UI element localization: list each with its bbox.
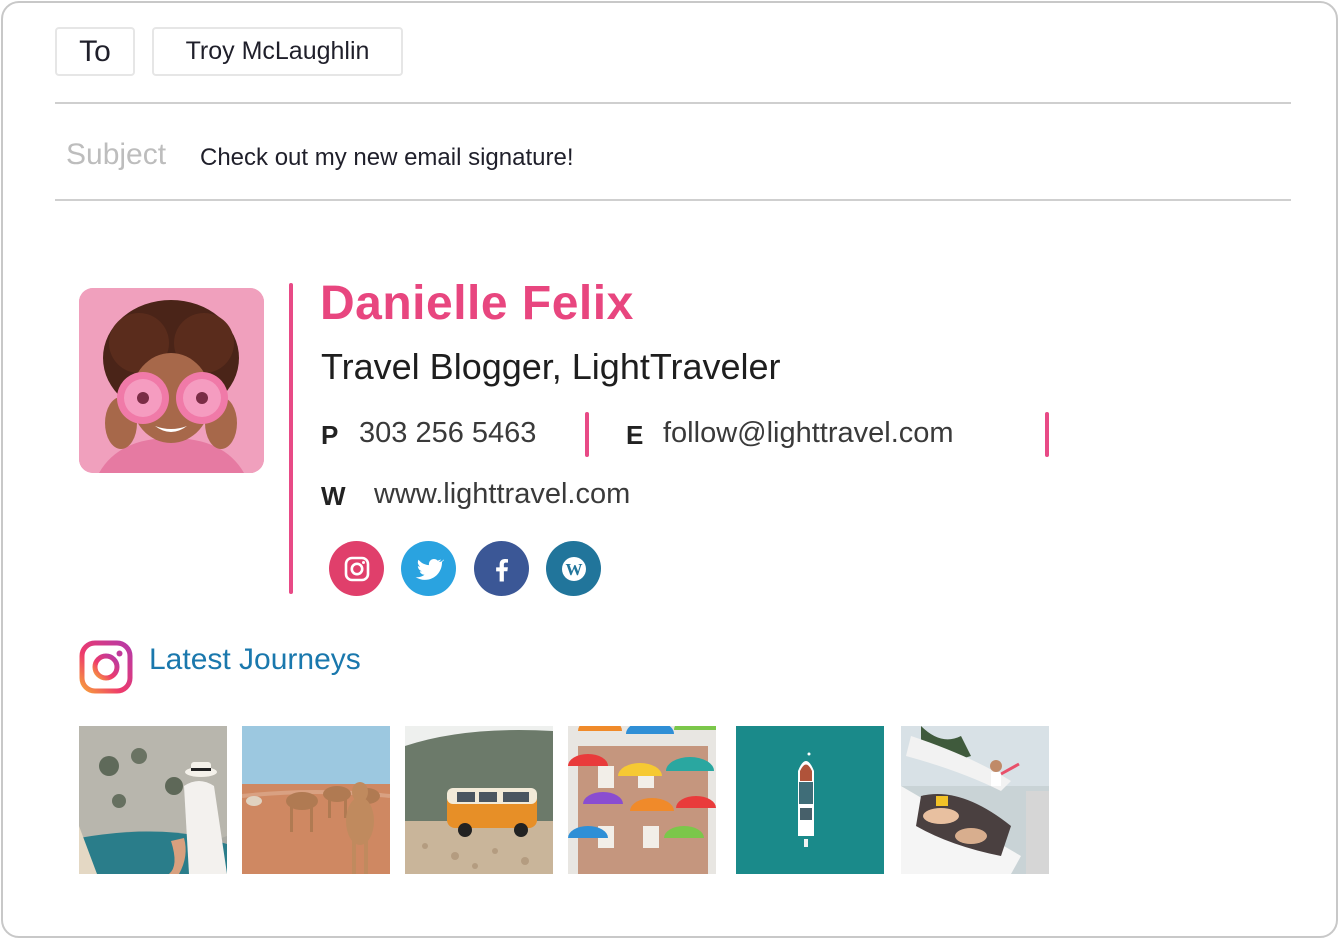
svg-text:W: W <box>565 560 582 579</box>
website-label: W <box>321 481 346 511</box>
facebook-button[interactable] <box>474 541 529 596</box>
phone-value[interactable]: 303 256 5463 <box>359 417 536 450</box>
facebook-icon <box>495 558 508 581</box>
journey-photo[interactable] <box>405 726 553 874</box>
instagram-button[interactable] <box>329 541 384 596</box>
twitter-icon <box>415 558 444 580</box>
instagram-icon <box>344 556 369 581</box>
twitter-button[interactable] <box>401 541 456 596</box>
email-link[interactable]: follow@lighttravel.com <box>663 417 954 450</box>
wordpress-icon: W <box>561 556 586 581</box>
avatar <box>79 288 264 473</box>
journey-photo[interactable] <box>901 726 1049 874</box>
signature-divider-bar <box>289 283 293 594</box>
avatar-image <box>79 288 264 473</box>
to-label-text: To <box>79 34 111 68</box>
divider <box>55 102 1291 104</box>
subject-label: Subject <box>66 138 167 171</box>
email-label: E <box>626 420 644 450</box>
divider <box>55 199 1291 201</box>
recipient-chip[interactable]: Troy McLaughlin <box>152 27 403 76</box>
instagram-gradient-icon <box>79 640 133 694</box>
to-label[interactable]: To <box>55 27 135 76</box>
website-link[interactable]: www.lighttravel.com <box>374 478 630 511</box>
wordpress-button[interactable]: W <box>546 541 601 596</box>
journey-photo[interactable] <box>79 726 227 874</box>
phone-label: P <box>321 420 339 450</box>
journey-photo[interactable] <box>736 726 884 874</box>
contact-separator <box>585 412 589 457</box>
journey-photo[interactable] <box>242 726 390 874</box>
journey-photo[interactable] <box>568 726 716 874</box>
signature-title: Travel Blogger, LightTraveler <box>321 346 781 387</box>
subject-input[interactable]: Check out my new email signature! <box>200 144 574 172</box>
contact-separator <box>1045 412 1049 457</box>
signature-name: Danielle Felix <box>320 277 634 330</box>
latest-journeys-title: Latest Journeys <box>149 643 361 676</box>
recipient-name: Troy McLaughlin <box>185 37 370 65</box>
